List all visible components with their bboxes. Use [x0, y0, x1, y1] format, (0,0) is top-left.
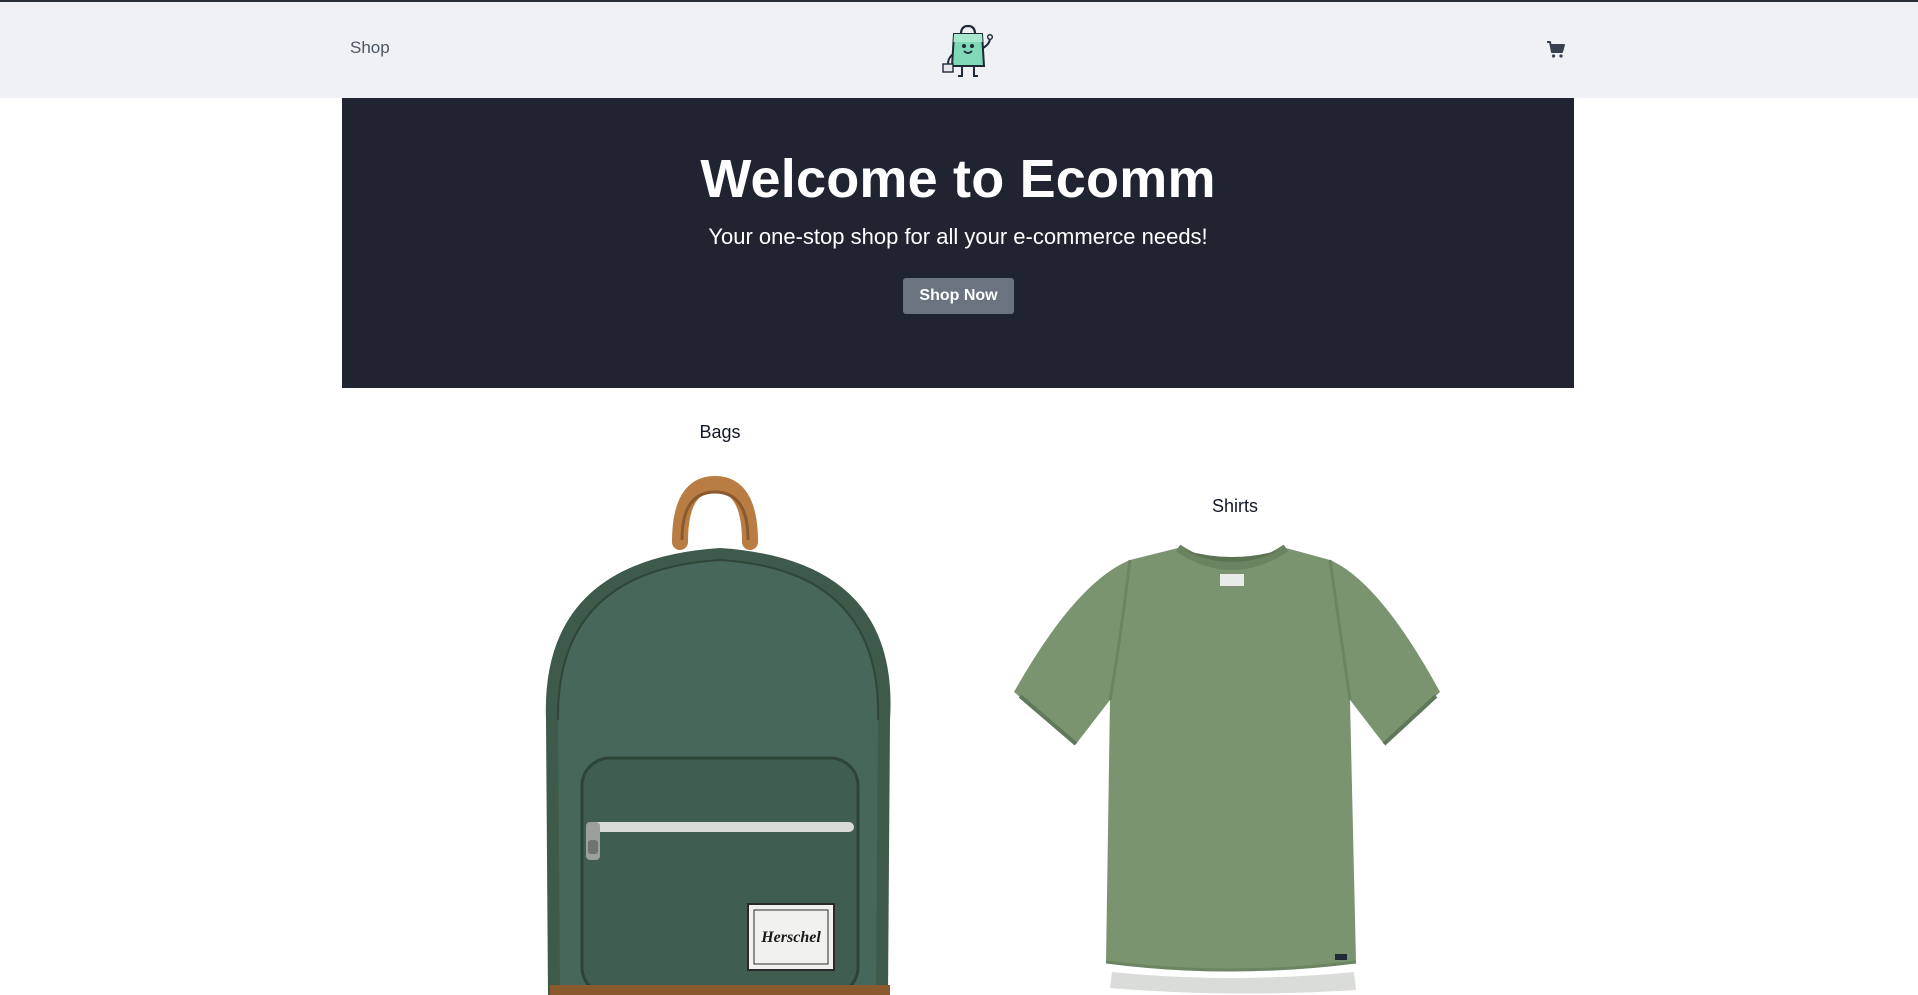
nav-shop-link[interactable]: Shop [350, 38, 390, 58]
cart-icon[interactable] [1546, 40, 1566, 60]
hero-banner: Welcome to Ecomm Your one-stop shop for … [342, 98, 1574, 388]
backpack-image[interactable]: Herschel [520, 420, 920, 995]
hero-title: Welcome to Ecomm [700, 149, 1216, 209]
category-bags[interactable]: Bags Herschel [520, 420, 920, 995]
tshirt-image[interactable] [1000, 492, 1470, 995]
herschel-badge-text: Herschel [760, 929, 821, 946]
shopping-bag-mascot-icon[interactable] [940, 22, 996, 80]
site-header: Shop [0, 2, 1918, 98]
hero-subtitle: Your one-stop shop for all your e-commer… [708, 224, 1208, 249]
shop-now-button[interactable]: Shop Now [903, 278, 1014, 314]
category-shirts[interactable]: Shirts [1000, 492, 1470, 995]
